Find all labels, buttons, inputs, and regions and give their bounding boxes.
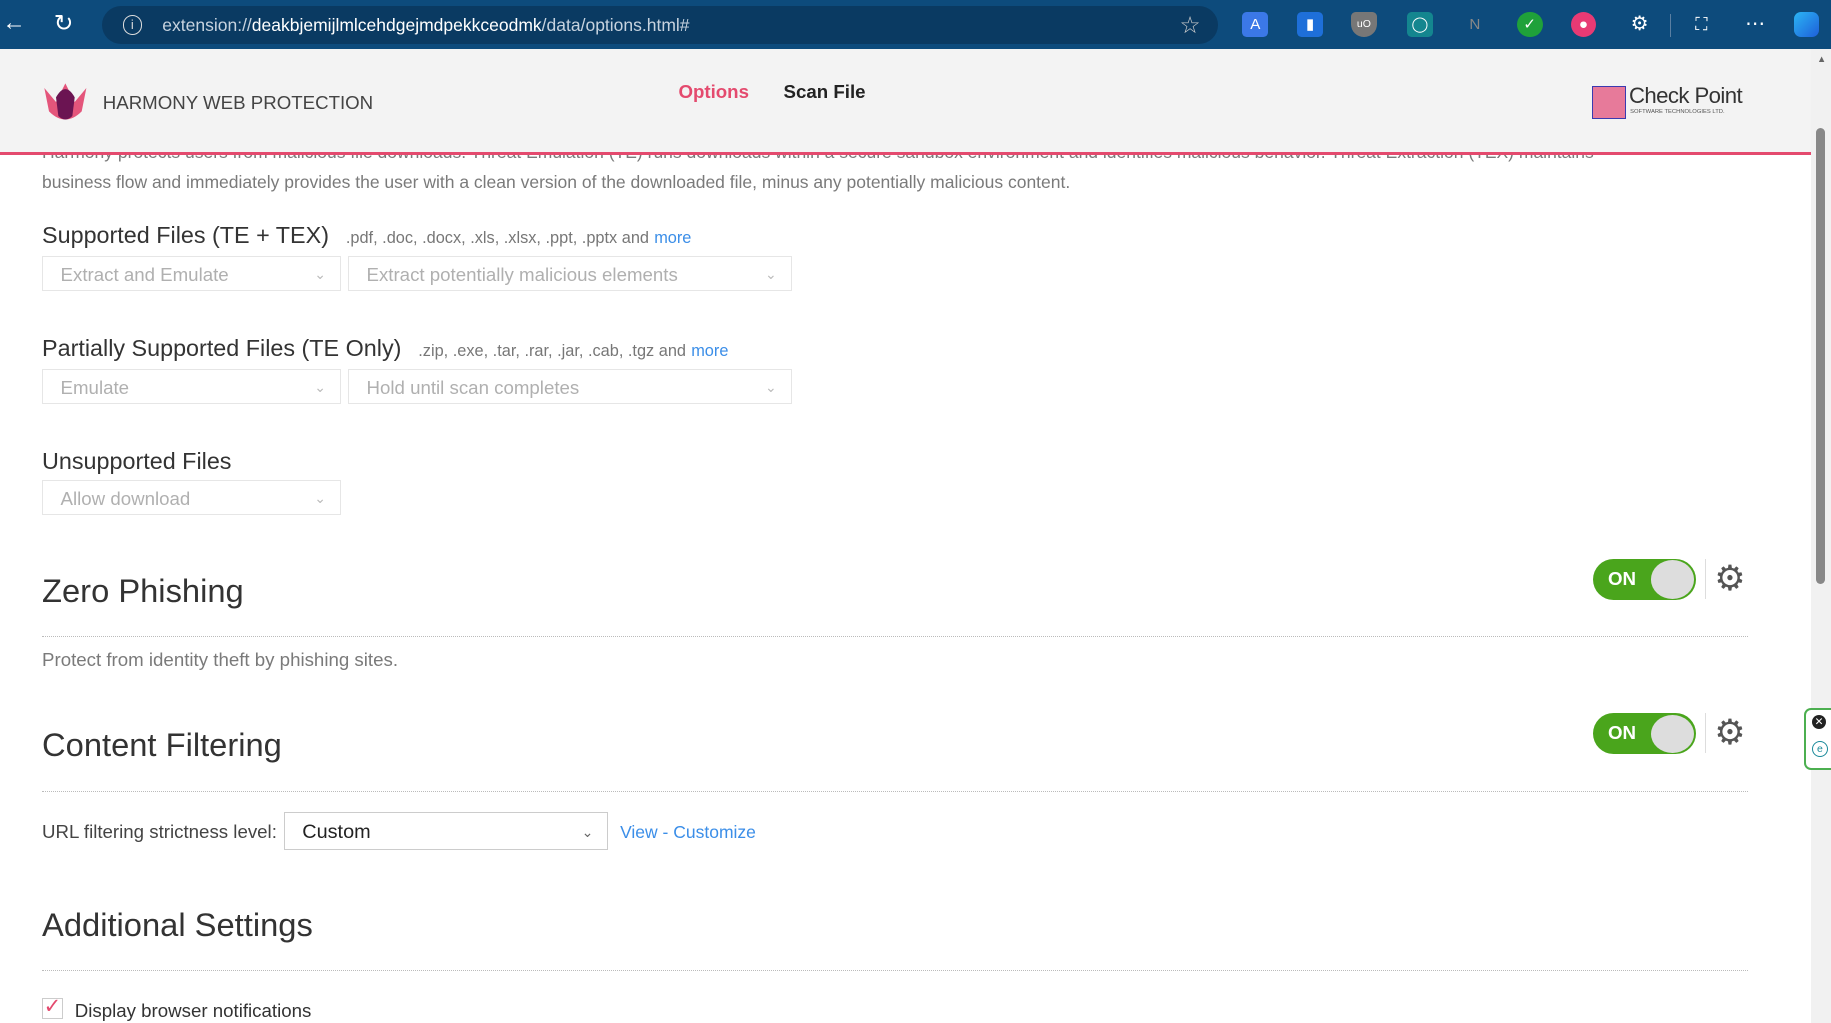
- divider: [42, 970, 1749, 972]
- supported-extraction-select[interactable]: Extract potentially malicious elements ⌄: [347, 255, 792, 291]
- more-menu-icon[interactable]: ⋯: [1742, 12, 1768, 38]
- select-value: Extract and Emulate: [60, 263, 229, 285]
- select-value: Allow download: [60, 487, 191, 509]
- divider: [42, 790, 1749, 792]
- toggle-label: ON: [1607, 722, 1636, 744]
- partial-files-title: Partially Supported Files (TE Only): [42, 335, 402, 362]
- zero-phishing-title: Zero Phishing: [42, 572, 244, 610]
- harmony-extension-icon[interactable]: ◯: [1407, 11, 1433, 38]
- chevron-down-icon: ⌄: [764, 379, 777, 395]
- extensions-puzzle-icon[interactable]: ⚙: [1627, 12, 1653, 38]
- chevron-down-icon: ⌄: [314, 379, 326, 395]
- chevron-down-icon: ⌄: [314, 265, 326, 282]
- url-path: /data/options.html#: [541, 14, 690, 35]
- zero-phishing-gear-icon[interactable]: ⚙: [1714, 560, 1745, 596]
- content-filtering-toggle[interactable]: ON: [1592, 713, 1696, 755]
- url-host: deakbjemijlmlcehdgejmdpekkceodmk: [251, 14, 542, 35]
- intro-line-2: business flow and immediately provides t…: [42, 171, 1071, 192]
- scrollbar[interactable]: ▲: [1811, 49, 1831, 1023]
- edge-e-icon[interactable]: e: [1811, 741, 1828, 758]
- notifications-checkbox[interactable]: ✓: [42, 997, 63, 1020]
- partial-action-select[interactable]: Emulate ⌄: [42, 369, 341, 405]
- supported-action-select[interactable]: Extract and Emulate ⌄: [42, 255, 341, 291]
- browser-toolbar: ← ↻ i extension://deakbjemijlmlcehdgejmd…: [0, 0, 1831, 50]
- notifications-label: Display browser notifications: [74, 999, 312, 1021]
- additional-settings-title: Additional Settings: [42, 906, 313, 944]
- link-separator: -: [657, 822, 674, 843]
- zero-phishing-toggle[interactable]: ON: [1592, 559, 1696, 601]
- partial-more-link[interactable]: more: [691, 342, 728, 360]
- close-icon[interactable]: ✕: [1811, 715, 1826, 730]
- scroll-up-icon[interactable]: ▲: [1817, 54, 1826, 64]
- tab-scan-file[interactable]: Scan File: [784, 81, 866, 103]
- unsupported-action-select[interactable]: Allow download ⌄: [42, 479, 341, 515]
- harmony-logo-icon: [44, 82, 87, 120]
- back-icon[interactable]: ←: [2, 9, 25, 36]
- url-filtering-label: URL filtering strictness level:: [42, 820, 277, 842]
- content-filtering-title: Content Filtering: [42, 726, 282, 764]
- address-bar[interactable]: i extension://deakbjemijlmlcehdgejmdpekk…: [101, 5, 1218, 45]
- checkpoint-logo: Check Point SOFTWARE TECHNOLOGIES LTD.: [1591, 82, 1755, 119]
- zero-phishing-description: Protect from identity theft by phishing …: [42, 649, 399, 671]
- info-icon: i: [122, 15, 143, 35]
- toolbar-separator: [1669, 14, 1671, 38]
- brand-subtitle: SOFTWARE TECHNOLOGIES LTD.: [1630, 108, 1725, 115]
- app-title: HARMONY WEB PROTECTION: [102, 92, 374, 114]
- divider: [42, 636, 1749, 638]
- view-link[interactable]: View: [620, 822, 658, 842]
- ublock-shield-icon[interactable]: uO: [1351, 11, 1377, 38]
- chevron-down-icon: ⌄: [581, 823, 594, 840]
- star-icon[interactable]: ☆: [1179, 6, 1200, 45]
- divider: [1704, 559, 1707, 600]
- url-prefix: extension://: [162, 14, 252, 35]
- reload-icon[interactable]: ↻: [54, 9, 74, 37]
- check-extension-icon[interactable]: ✓: [1516, 11, 1543, 38]
- content-filtering-gear-icon[interactable]: ⚙: [1714, 715, 1745, 750]
- select-value: Hold until scan completes: [366, 377, 580, 398]
- copilot-icon[interactable]: [1793, 11, 1820, 38]
- partial-hold-select[interactable]: Hold until scan completes ⌄: [347, 369, 792, 405]
- supported-files-extensions: .pdf, .doc, .docx, .xls, .xlsx, .ppt, .p…: [345, 228, 649, 247]
- side-widget[interactable]: ✕ e: [1804, 707, 1831, 771]
- customize-link[interactable]: Customize: [673, 822, 756, 842]
- divider: [1704, 713, 1707, 754]
- toggle-knob: [1651, 560, 1695, 600]
- bitwarden-lock-icon[interactable]: ▮: [1297, 11, 1324, 38]
- unsupported-files-title: Unsupported Files: [42, 448, 232, 475]
- select-value: Extract potentially malicious elements: [366, 263, 678, 285]
- page-header: HARMONY WEB PROTECTION Options Scan File…: [0, 49, 1812, 155]
- partial-files-extensions: .zip, .exe, .tar, .rar, .jar, .cab, .tgz…: [418, 342, 686, 361]
- chevron-down-icon: ⌄: [314, 489, 326, 506]
- tab-options[interactable]: Options: [678, 81, 749, 103]
- partial-files-heading-row: Partially Supported Files (TE Only) .zip…: [42, 335, 728, 362]
- pink-extension-icon[interactable]: ●: [1570, 11, 1597, 38]
- brand-name: Check Point: [1628, 82, 1743, 108]
- extension-n-icon[interactable]: N: [1462, 12, 1488, 38]
- screenshot-icon[interactable]: ⛶: [1689, 12, 1715, 38]
- supported-files-heading-row: Supported Files (TE + TEX) .pdf, .doc, .…: [42, 222, 691, 249]
- url-filtering-level-select[interactable]: Custom ⌄: [283, 811, 609, 851]
- view-customize-links: View - Customize: [620, 822, 756, 843]
- chevron-down-icon: ⌄: [764, 265, 777, 282]
- toggle-knob: [1651, 714, 1695, 754]
- select-value: Custom: [302, 820, 371, 843]
- supported-files-title: Supported Files (TE + TEX): [42, 221, 329, 248]
- translate-extension-icon[interactable]: A: [1242, 11, 1269, 38]
- toggle-label: ON: [1607, 568, 1636, 590]
- scrollbar-thumb[interactable]: [1815, 128, 1826, 584]
- select-value: Emulate: [60, 377, 130, 398]
- supported-more-link[interactable]: more: [654, 229, 691, 247]
